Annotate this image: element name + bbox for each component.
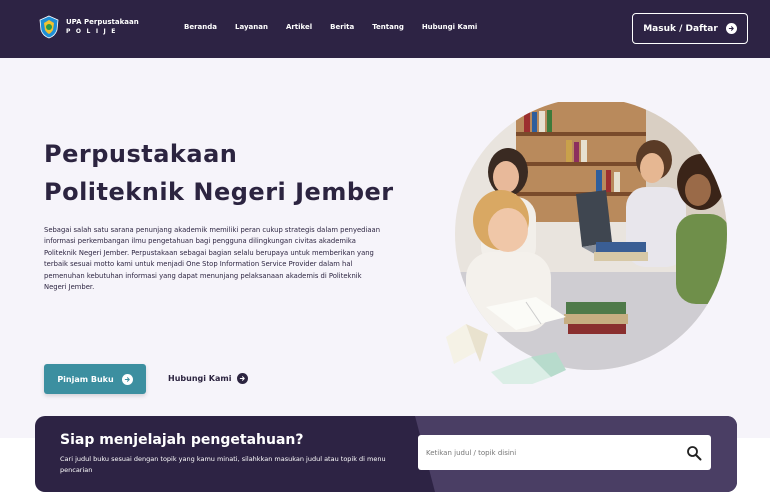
banner-description: Cari judul buku sesuai dengan topik yang… <box>60 455 386 474</box>
arrow-right-circle-icon <box>725 23 737 34</box>
login-register-button[interactable]: Masuk / Daftar <box>632 13 748 44</box>
menu-item-beranda[interactable]: Beranda <box>184 23 217 31</box>
logo-subtitle: POLIJE <box>66 28 121 35</box>
banner-title: Siap menjelajah pengetahuan? <box>60 432 304 448</box>
menu-item-layanan[interactable]: Layanan <box>235 23 268 31</box>
menu-item-artikel[interactable]: Artikel <box>286 23 312 31</box>
hero-title: Perpustakaan Politeknik Negeri Jember <box>44 135 394 211</box>
borrow-book-button[interactable]: Pinjam Buku <box>44 364 146 394</box>
menu-item-berita[interactable]: Berita <box>330 23 354 31</box>
top-navbar: UPA Perpustakaan POLIJE Beranda Layanan … <box>0 0 770 58</box>
hero-description: Sebagai salah satu sarana penunjang akad… <box>44 226 381 292</box>
polije-logo-icon <box>39 15 59 39</box>
logo-title: UPA Perpustakaan <box>66 18 139 26</box>
search-box <box>418 435 711 470</box>
search-banner: Siap menjelajah pengetahuan? Cari judul … <box>35 416 737 492</box>
menu-item-hubungi-kami[interactable]: Hubungi Kami <box>422 23 478 31</box>
login-register-label: Masuk / Daftar <box>643 23 718 34</box>
contact-us-link[interactable]: Hubungi Kami <box>168 373 249 384</box>
search-input[interactable] <box>418 448 668 457</box>
students-studying-image <box>446 102 727 384</box>
contact-us-label: Hubungi Kami <box>168 374 232 383</box>
hero-title-line1: Perpustakaan <box>44 140 238 168</box>
main-menu: Beranda Layanan Artikel Berita Tentang H… <box>184 23 495 31</box>
arrow-right-circle-icon <box>121 373 133 385</box>
hero-title-line2: Politeknik Negeri Jember <box>44 178 394 206</box>
arrow-right-circle-icon <box>237 373 249 384</box>
search-icon[interactable] <box>686 445 702 461</box>
borrow-book-label: Pinjam Buku <box>57 374 114 384</box>
menu-item-tentang[interactable]: Tentang <box>372 23 404 31</box>
site-logo[interactable]: UPA Perpustakaan POLIJE <box>38 15 139 39</box>
